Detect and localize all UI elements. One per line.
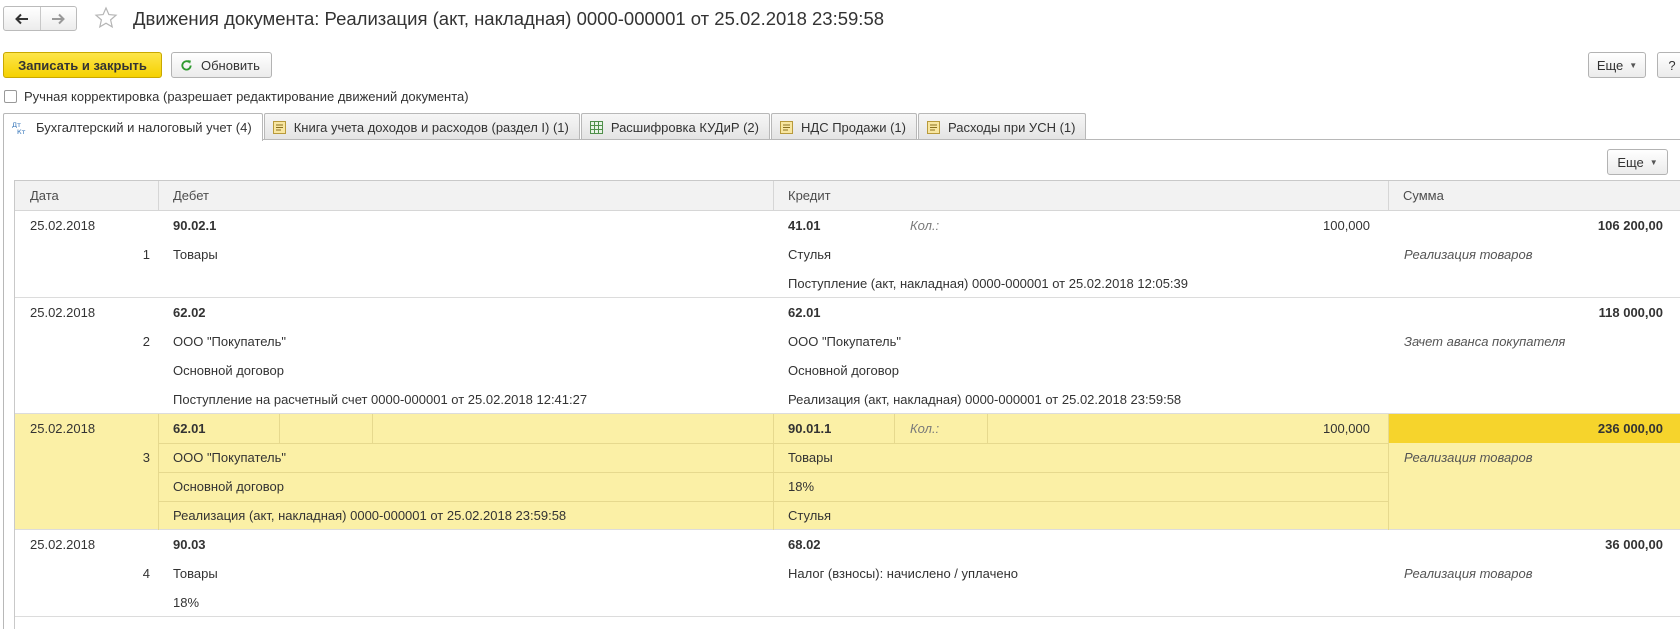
movements-table: Дата Дебет Кредит Сумма 25.02.2018 1 90.… (14, 180, 1680, 629)
row-date: 25.02.2018 (30, 537, 96, 552)
column-header-date[interactable]: Дата (15, 181, 59, 211)
arrow-right-icon (52, 13, 66, 24)
debit-subconto: ООО "Покупатель" (173, 450, 287, 465)
table-more-button[interactable]: Еще ▼ (1607, 149, 1668, 175)
more-button[interactable]: Еще ▼ (1588, 52, 1646, 78)
manual-edit-checkbox[interactable] (4, 90, 17, 103)
credit-subconto: Стулья (788, 508, 832, 523)
refresh-icon (181, 59, 192, 71)
tab-accounting[interactable]: Дт Кт Бухгалтерский и налоговый учет (4) (3, 113, 263, 141)
register-icon (780, 120, 793, 134)
column-header-credit[interactable]: Кредит (773, 181, 831, 211)
register-tabs: Дт Кт Бухгалтерский и налоговый учет (4) … (3, 113, 1087, 141)
credit-subconto: Реализация (акт, накладная) 0000-000001 … (788, 392, 1182, 407)
row-date: 25.02.2018 (30, 305, 96, 320)
row-sum: 236 000,00 (1597, 421, 1663, 436)
tab-kudir-breakdown[interactable]: Расшифровка КУДиР (2) (580, 113, 770, 140)
row-sum: 106 200,00 (1597, 218, 1663, 233)
debit-account: 90.02.1 (173, 218, 217, 233)
debit-subconto: 18% (173, 595, 200, 610)
debit-account: 62.02 (173, 305, 206, 320)
row-sum: 36 000,00 (1605, 537, 1663, 552)
row-content: Реализация товаров (1404, 450, 1533, 465)
credit-subconto: Налог (взносы): начислено / уплачено (788, 566, 1018, 581)
debit-subconto: Поступление на расчетный счет 0000-00000… (173, 392, 588, 407)
table-row-selected[interactable]: 25.02.2018 3 62.01 ООО "Покупатель" Осно… (15, 414, 1680, 530)
table-row[interactable]: 25.02.2018 2 62.02 ООО "Покупатель" Осно… (15, 298, 1680, 414)
debit-account: 90.03 (173, 537, 206, 552)
more-label: Еще (1596, 57, 1624, 73)
row-date: 25.02.2018 (30, 421, 96, 436)
svg-text:Кт: Кт (17, 128, 26, 135)
column-header-sum[interactable]: Сумма (1388, 181, 1444, 211)
refresh-button[interactable]: Обновить (171, 52, 272, 78)
debit-subconto: Товары (173, 566, 218, 581)
tab-label: Книга учета доходов и расходов (раздел I… (293, 119, 569, 135)
credit-subconto: Основной договор (788, 363, 899, 378)
save-and-close-button[interactable]: Записать и закрыть (3, 52, 162, 78)
help-button[interactable]: ? (1657, 52, 1680, 78)
credit-account: 68.02 (788, 537, 821, 552)
credit-quantity: 100,000 (1323, 218, 1370, 233)
manual-edit-label: Ручная корректировка (разрешает редактир… (24, 89, 469, 104)
caret-down-icon: ▼ (1629, 60, 1638, 70)
history-nav (3, 6, 77, 31)
debit-account: 62.01 (173, 421, 206, 436)
quantity-label: Кол.: (910, 218, 940, 233)
debit-subconto: Реализация (акт, накладная) 0000-000001 … (173, 508, 567, 523)
forward-button[interactable] (39, 7, 77, 30)
debit-subconto: Основной договор (173, 479, 284, 494)
row-number: 1 (142, 247, 150, 262)
credit-subconto: Стулья (788, 247, 832, 262)
debit-subconto: ООО "Покупатель" (173, 334, 287, 349)
row-number: 4 (142, 566, 150, 581)
credit-subconto: 18% (788, 479, 815, 494)
credit-account: 41.01 (788, 218, 821, 233)
tab-vat-sales[interactable]: НДС Продажи (1) (771, 113, 917, 140)
dt-kt-icon: Дт Кт (12, 121, 28, 135)
debit-subconto: Основной договор (173, 363, 284, 378)
caret-down-icon: ▼ (1649, 157, 1658, 167)
row-content: Реализация товаров (1404, 247, 1533, 262)
credit-account: 90.01.1 (788, 421, 832, 436)
credit-quantity: 100,000 (1323, 421, 1370, 436)
credit-account: 62.01 (788, 305, 821, 320)
quantity-label: Кол.: (910, 421, 940, 436)
tab-income-book[interactable]: Книга учета доходов и расходов (раздел I… (263, 113, 580, 140)
star-icon[interactable] (94, 6, 118, 30)
panel-border (3, 139, 4, 629)
manual-edit-toggle[interactable]: Ручная корректировка (разрешает редактир… (4, 89, 469, 104)
tab-label: Расшифровка КУДиР (2) (610, 119, 759, 135)
register-icon (272, 120, 286, 134)
page-title: Движения документа: Реализация (акт, нак… (133, 8, 885, 29)
row-date: 25.02.2018 (30, 218, 96, 233)
table-row[interactable]: 25.02.2018 1 90.02.1 Товары 41.01 Кол.: … (15, 211, 1680, 298)
tab-label: Расходы при УСН (1) (947, 119, 1076, 135)
more-label: Еще (1617, 154, 1644, 170)
credit-subconto: Товары (788, 450, 833, 465)
back-button[interactable] (4, 7, 40, 30)
row-content: Реализация товаров (1404, 566, 1533, 581)
tab-label: Бухгалтерский и налоговый учет (4) (36, 120, 252, 135)
refresh-label: Обновить (201, 57, 260, 73)
credit-subconto: Поступление (акт, накладная) 0000-000001… (788, 276, 1189, 291)
register-icon (926, 120, 940, 134)
table-header: Дата Дебет Кредит Сумма (15, 181, 1680, 211)
row-content: Зачет аванса покупателя (1404, 334, 1566, 349)
row-sum: 118 000,00 (1598, 305, 1663, 320)
column-header-debit[interactable]: Дебет (158, 181, 209, 211)
table-row[interactable]: 25.02.2018 4 90.03 Товары 18% 68.02 Нало… (15, 530, 1680, 617)
row-number: 3 (142, 450, 150, 465)
debit-subconto: Товары (173, 247, 218, 262)
row-number: 2 (142, 334, 150, 349)
tab-label: НДС Продажи (1) (801, 119, 906, 135)
credit-subconto: ООО "Покупатель" (788, 334, 902, 349)
arrow-left-icon (14, 13, 28, 24)
tab-usn-expenses[interactable]: Расходы при УСН (1) (917, 113, 1087, 140)
table-icon (589, 120, 603, 134)
